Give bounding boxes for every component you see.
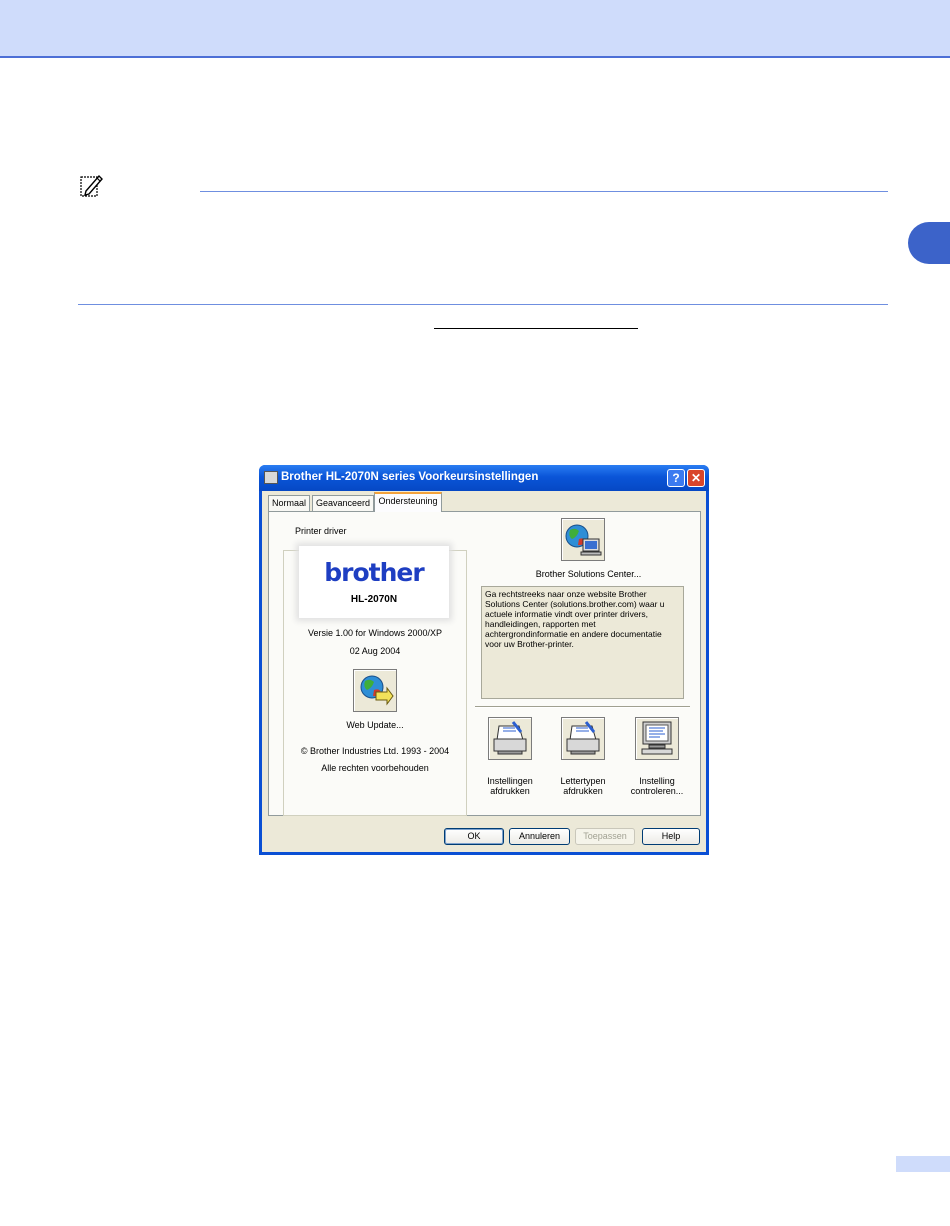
print-settings-line1: Instellingen: [487, 776, 533, 786]
driver-date: 02 Aug 2004: [349, 646, 401, 656]
solutions-center-label[interactable]: Brother Solutions Center...: [481, 569, 696, 579]
preferences-dialog: Brother HL-2070N series Voorkeursinstell…: [259, 465, 709, 855]
chapter-tab: [908, 222, 950, 264]
check-settings-button[interactable]: [635, 717, 679, 760]
solutions-description: Ga rechtstreeks naar onze website Brothe…: [481, 586, 684, 699]
page-number-tab: [896, 1156, 950, 1172]
group-label: Printer driver: [295, 526, 347, 536]
rights-text: Alle rechten voorbehouden: [321, 763, 429, 773]
copyright-text: © Brother Industries Ltd. 1993 - 2004: [300, 746, 450, 756]
help-button[interactable]: Help: [642, 828, 700, 845]
cancel-button[interactable]: Annuleren: [509, 828, 570, 845]
model-name: HL-2070N: [350, 594, 398, 605]
print-settings-line2: afdrukken: [490, 786, 530, 796]
tab-normaal[interactable]: Normaal: [268, 495, 310, 511]
note-icon: [80, 174, 103, 197]
support-tab-panel: Printer driver brother HL-2070N Versie 1…: [268, 511, 701, 816]
print-fonts-label[interactable]: Lettertypen afdrukken: [547, 776, 619, 796]
solutions-center-button[interactable]: [561, 518, 605, 561]
help-icon[interactable]: ?: [667, 469, 685, 487]
apply-button[interactable]: Toepassen: [575, 828, 635, 845]
tab-ondersteuning[interactable]: Ondersteuning: [374, 492, 442, 512]
print-fonts-line1: Lettertypen: [560, 776, 606, 786]
print-fonts-line2: afdrukken: [563, 786, 603, 796]
section-separator: [475, 706, 690, 708]
page-header-band: [0, 0, 950, 58]
check-settings-label[interactable]: Instelling controleren...: [619, 776, 695, 796]
print-settings-label[interactable]: Instellingen afdrukken: [475, 776, 545, 796]
monitor-icon: [641, 721, 673, 755]
dialog-titlebar[interactable]: Brother HL-2070N series Voorkeursinstell…: [259, 465, 709, 491]
check-settings-line2: controleren...: [630, 786, 684, 796]
globe-computer-icon: [565, 524, 602, 556]
printer-icon: [493, 721, 527, 755]
web-update-label[interactable]: Web Update...: [283, 720, 467, 730]
close-icon[interactable]: ✕: [687, 469, 705, 487]
dialog-title: Brother HL-2070N series Voorkeursinstell…: [281, 471, 539, 483]
printer-icon: [566, 721, 600, 755]
dialog-client: Normaal Geavanceerd Ondersteuning Printe…: [262, 491, 706, 852]
print-settings-button[interactable]: [488, 717, 532, 760]
printer-icon: [264, 471, 278, 484]
brother-logo: brother HL-2070N: [299, 546, 449, 618]
globe-update-icon: [360, 675, 394, 706]
note-top-rule: [200, 191, 888, 192]
print-fonts-button[interactable]: [561, 717, 605, 760]
ok-button[interactable]: OK: [444, 828, 504, 845]
web-update-button[interactable]: [353, 669, 397, 712]
check-settings-line1: Instelling: [639, 776, 675, 786]
driver-version: Versie 1.00 for Windows 2000/XP: [307, 628, 443, 638]
logo-text: brother: [324, 558, 424, 587]
note-bottom-rule: [78, 304, 888, 305]
tab-geavanceerd[interactable]: Geavanceerd: [312, 495, 374, 511]
link-underline: [434, 328, 638, 329]
